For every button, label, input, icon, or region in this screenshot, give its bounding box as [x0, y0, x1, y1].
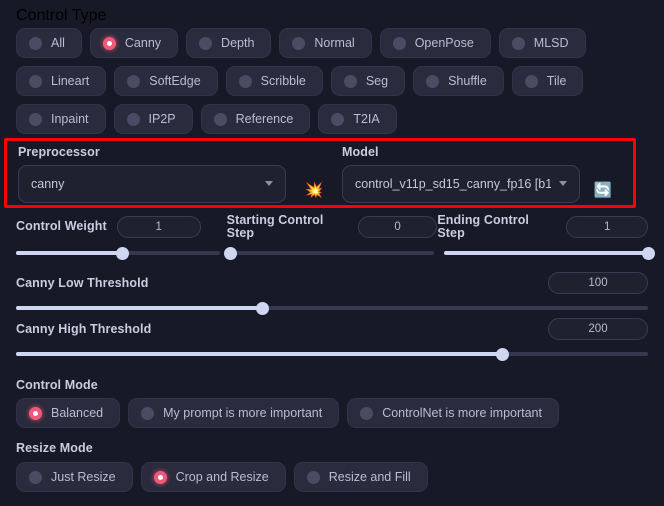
control-type-option-label: T2IA — [353, 112, 380, 126]
ending-control-step-label: Ending Control Step — [437, 213, 530, 240]
canny-low-threshold-slider[interactable] — [16, 301, 648, 315]
radio-icon — [426, 74, 440, 88]
control-mode-option-controlnet-is-more-important[interactable]: ControlNet is more important — [347, 398, 559, 428]
control-mode-options: Balanced My prompt is more important Contr… — [0, 398, 664, 428]
control-type-option-mlsd[interactable]: MLSD — [498, 28, 586, 58]
control-mode-option-my-prompt-is-more-important[interactable]: My prompt is more important — [128, 398, 340, 428]
radio-icon — [29, 36, 42, 50]
canny-high-threshold-label: Canny High Threshold — [16, 321, 152, 336]
weight-steps-row: Control Weight 1 Starting Control Step 0… — [0, 213, 664, 260]
control-type-option-label: Tile — [546, 74, 567, 88]
control-type-option-label: Shuffle — [448, 74, 487, 88]
control-mode-option-label: ControlNet is more important — [382, 406, 542, 420]
radio-icon — [511, 36, 525, 50]
control-type-option-label: Canny — [124, 36, 162, 50]
control-type-option-label: Seg — [365, 74, 389, 88]
canny-high-threshold-input[interactable]: 200 — [548, 318, 648, 340]
control-type-option-label: Inpaint — [51, 112, 89, 126]
control-type-option-label: Normal — [314, 36, 355, 50]
control-type-option-label: OpenPose — [414, 36, 474, 50]
starting-control-step-group: Starting Control Step 0 — [227, 214, 438, 239]
control-mode-option-label: My prompt is more important — [163, 406, 323, 420]
control-type-option-tile[interactable]: Tile — [511, 66, 584, 96]
radio-icon — [102, 36, 116, 50]
radio-icon — [292, 36, 306, 50]
control-type-option-canny[interactable]: Canny — [89, 28, 179, 58]
control-type-option-inpaint[interactable]: Inpaint — [16, 104, 106, 134]
radio-icon — [524, 74, 538, 88]
control-type-option-lineart[interactable]: Lineart — [16, 66, 107, 96]
control-type-option-scribble[interactable]: Scribble — [225, 66, 323, 96]
canny-low-threshold-label: Canny Low Threshold — [16, 275, 149, 290]
resize-mode-options: Just Resize Crop and Resize Resize and Fil… — [0, 462, 664, 492]
radio-icon — [343, 74, 357, 88]
control-type-label: Control Type — [16, 7, 107, 24]
control-mode-label: Control Mode — [16, 378, 98, 392]
radio-icon — [392, 36, 406, 50]
radio-icon — [126, 112, 140, 126]
starting-control-step-label: Starting Control Step — [226, 213, 324, 240]
control-type-option-label: Reference — [235, 112, 294, 126]
control-type-option-depth[interactable]: Depth — [186, 28, 272, 58]
highlight-annotation-box — [4, 138, 636, 208]
canny-low-threshold-input[interactable]: 100 — [548, 272, 648, 294]
radio-icon — [29, 470, 42, 484]
radio-icon — [306, 470, 320, 484]
control-type-options: All Canny Depth Normal OpenPose MLSD Lineart So… — [0, 28, 664, 134]
radio-icon — [331, 112, 345, 126]
control-type-option-label: Lineart — [51, 74, 90, 88]
resize-mode-option-label: Crop and Resize — [175, 470, 269, 484]
canny-low-threshold-row: Canny Low Threshold 100 — [0, 272, 664, 315]
control-weight-input[interactable]: 1 — [116, 215, 201, 238]
control-type-option-openpose[interactable]: OpenPose — [379, 28, 491, 58]
control-type-option-softedge[interactable]: SoftEdge — [114, 66, 218, 96]
control-type-option-label: SoftEdge — [149, 74, 201, 88]
ending-control-step-input[interactable]: 1 — [566, 215, 649, 238]
resize-mode-option-label: Resize and Fill — [328, 470, 411, 484]
control-type-option-label: All — [51, 36, 65, 50]
ending-control-step-slider[interactable] — [444, 246, 655, 260]
ending-control-step-group: Ending Control Step 1 — [437, 213, 649, 240]
control-weight-slider[interactable] — [16, 246, 220, 260]
radio-icon — [29, 112, 42, 126]
radio-icon — [213, 112, 227, 126]
control-type-option-label: MLSD — [533, 36, 569, 50]
control-type-option-label: Scribble — [260, 74, 306, 88]
control-mode-option-label: Balanced — [51, 406, 104, 420]
resize-mode-option-label: Just Resize — [51, 470, 116, 484]
control-type-option-label: Depth — [221, 36, 255, 50]
starting-control-step-input[interactable]: 0 — [357, 215, 438, 238]
canny-high-threshold-row: Canny High Threshold 200 — [0, 318, 664, 361]
resize-mode-option-just-resize[interactable]: Just Resize — [16, 462, 133, 492]
control-type-option-seg[interactable]: Seg — [330, 66, 406, 96]
resize-mode-label: Resize Mode — [16, 441, 93, 455]
control-type-option-shuffle[interactable]: Shuffle — [413, 66, 504, 96]
radio-icon — [29, 406, 42, 420]
canny-high-threshold-slider[interactable] — [16, 347, 648, 361]
control-type-option-t2ia[interactable]: T2IA — [318, 104, 397, 134]
radio-icon — [360, 406, 374, 420]
resize-mode-option-crop-and-resize[interactable]: Crop and Resize — [140, 462, 286, 492]
control-mode-option-balanced[interactable]: Balanced — [16, 398, 121, 428]
radio-icon — [29, 74, 42, 88]
controlnet-panel: Control Type All Canny Depth Normal OpenPose… — [0, 0, 664, 506]
control-type-option-reference[interactable]: Reference — [200, 104, 311, 134]
radio-icon — [238, 74, 252, 88]
control-weight-group: Control Weight 1 — [16, 215, 227, 238]
control-type-option-label: IP2P — [148, 112, 176, 126]
radio-icon — [141, 406, 155, 420]
radio-icon — [199, 36, 213, 50]
control-type-option-all[interactable]: All — [16, 28, 82, 58]
resize-mode-option-resize-and-fill[interactable]: Resize and Fill — [293, 462, 428, 492]
starting-control-step-slider[interactable] — [223, 246, 434, 260]
control-weight-label: Control Weight — [16, 219, 107, 234]
control-type-option-ip2p[interactable]: IP2P — [113, 104, 193, 134]
radio-icon — [127, 74, 141, 88]
control-type-option-normal[interactable]: Normal — [279, 28, 372, 58]
radio-icon — [153, 470, 167, 484]
